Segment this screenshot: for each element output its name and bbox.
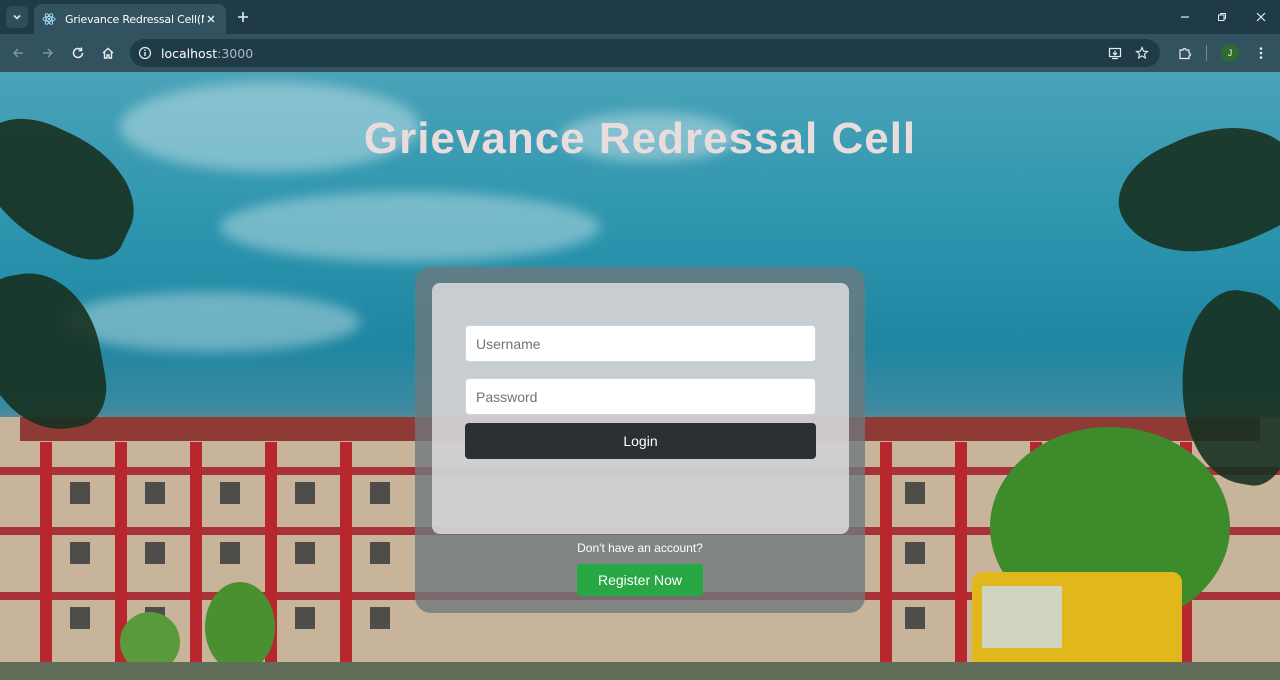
arrow-left-icon	[12, 48, 23, 58]
close-icon	[1256, 12, 1266, 22]
password-input[interactable]	[465, 378, 816, 415]
site-info-icon[interactable]	[138, 46, 152, 60]
restore-button[interactable]	[1213, 8, 1231, 26]
browser-tab-active[interactable]: Grievance Redressal Cell(NSS)	[34, 4, 226, 34]
register-now-button[interactable]: Register Now	[577, 564, 703, 596]
close-tab-icon[interactable]	[204, 12, 218, 26]
toolbar-divider	[1206, 45, 1207, 61]
home-button[interactable]	[99, 44, 117, 62]
back-button[interactable]	[9, 44, 27, 62]
profile-avatar[interactable]: J	[1221, 44, 1239, 62]
url-host: localhost	[161, 45, 218, 61]
login-button[interactable]: Login	[465, 423, 816, 459]
react-atom-icon	[42, 12, 56, 26]
restore-icon	[1218, 13, 1226, 21]
url-port: :3000	[217, 45, 254, 61]
install-app-icon[interactable]	[1106, 44, 1124, 62]
reload-icon	[72, 47, 84, 59]
forward-button[interactable]	[39, 44, 57, 62]
plus-icon	[238, 12, 248, 22]
extensions-button[interactable]	[1176, 44, 1194, 62]
minimize-icon	[1181, 16, 1189, 18]
arrow-right-icon	[43, 48, 54, 58]
username-input[interactable]	[465, 325, 816, 362]
bookmark-star-icon[interactable]	[1133, 44, 1151, 62]
tab-search-button[interactable]	[6, 6, 28, 28]
reload-button[interactable]	[69, 44, 87, 62]
register-prompt: Don't have an account?	[577, 541, 703, 555]
browser-menu-button[interactable]	[1252, 44, 1270, 62]
tab-strip: Grievance Redressal Cell(NSS)	[0, 0, 1280, 34]
address-bar[interactable]: localhost:3000	[130, 39, 1160, 67]
home-icon	[102, 47, 114, 59]
tab-title: Grievance Redressal Cell(NSS)	[65, 12, 204, 26]
puzzle-icon	[1179, 47, 1192, 60]
close-window-button[interactable]	[1252, 8, 1270, 26]
browser-toolbar: localhost:3000	[0, 34, 1280, 72]
kebab-menu-icon	[1259, 47, 1263, 59]
new-tab-button[interactable]	[234, 8, 252, 26]
page-title: Grievance Redressal Cell	[363, 114, 917, 163]
chevron-down-icon	[13, 14, 21, 20]
minimize-button[interactable]	[1176, 8, 1194, 26]
